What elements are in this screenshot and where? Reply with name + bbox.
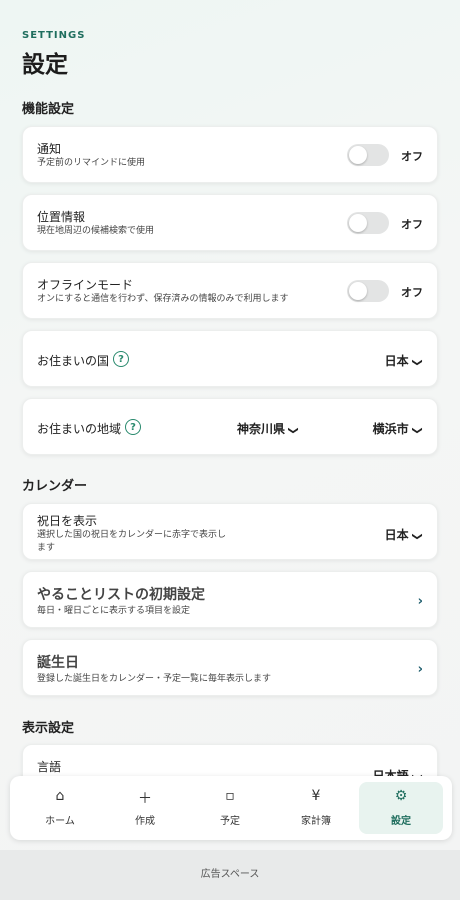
holiday-country-value: 日本 <box>384 528 409 542</box>
notify-title: 通知 <box>37 142 62 156</box>
holiday-subtitle-line1: 選択した国の祝日をカレンダーに赤字で表示し <box>37 530 227 540</box>
notify-toggle-label: オフ <box>401 150 423 163</box>
bottom-tab-bar: ⌂ ホーム ＋ 作成 ▫ 予定 ¥ 家計簿 ⚙ 設定 <box>10 776 452 840</box>
toggle-knob <box>349 146 367 164</box>
todo-defaults-row[interactable]: やることリストの初期設定 毎日・曜日ごとに表示する項目を設定 › <box>22 571 438 628</box>
tab-label: 家計簿 <box>301 816 331 827</box>
toggle-knob <box>349 214 367 232</box>
section-title-features: 機能設定 <box>22 102 75 117</box>
tab-label: 予定 <box>220 816 240 827</box>
region-title: お住まいの地域 <box>37 422 122 436</box>
square-icon: ▫ <box>225 788 235 804</box>
chevron-down-icon: ❯ <box>411 426 423 435</box>
city-value: 横浜市 <box>372 422 409 436</box>
holiday-country-select[interactable]: 日本 ❯ <box>384 526 423 543</box>
tab-budget[interactable]: ¥ 家計簿 <box>274 782 358 834</box>
country-select[interactable]: 日本 ❯ <box>384 352 423 369</box>
offline-subtitle: オンにすると通信を行わず、保存済みの情報のみで利用します <box>37 294 289 304</box>
offline-toggle[interactable] <box>347 280 389 302</box>
country-value: 日本 <box>384 354 409 368</box>
tab-label: 設定 <box>391 816 411 827</box>
prefecture-select[interactable]: 神奈川県 ❯ <box>237 420 299 437</box>
prefecture-value: 神奈川県 <box>237 422 286 436</box>
location-row: 位置情報 現在地周辺の候補検索で使用 オフ <box>22 194 438 251</box>
page-eyebrow: SETTINGS <box>22 30 86 41</box>
todo-defaults-title: やることリストの初期設定 <box>37 587 205 603</box>
ad-space: 広告スペース <box>0 850 460 900</box>
birthday-title: 誕生日 <box>37 655 79 671</box>
location-subtitle: 現在地周辺の候補検索で使用 <box>37 226 155 236</box>
holiday-title: 祝日を表示 <box>37 514 98 528</box>
chevron-right-icon: › <box>417 594 423 609</box>
language-title: 言語 <box>37 760 62 774</box>
tab-label: 作成 <box>135 816 155 827</box>
notify-subtitle: 予定前のリマインドに使用 <box>37 158 146 168</box>
help-icon[interactable]: ? <box>113 351 129 367</box>
help-icon[interactable]: ? <box>125 419 141 435</box>
section-title-calendar: カレンダー <box>22 479 88 494</box>
chevron-down-icon: ❯ <box>411 358 423 367</box>
home-icon: ⌂ <box>55 788 65 804</box>
tab-settings[interactable]: ⚙ 設定 <box>359 782 443 834</box>
section-title-display: 表示設定 <box>22 721 75 736</box>
city-select[interactable]: 横浜市 ❯ <box>372 420 423 437</box>
location-title: 位置情報 <box>37 210 86 224</box>
page-title: 設定 <box>22 52 68 78</box>
offline-toggle-label: オフ <box>401 286 423 299</box>
tab-home[interactable]: ⌂ ホーム <box>18 782 102 834</box>
tab-label: ホーム <box>45 816 75 827</box>
offline-title: オフラインモード <box>37 278 134 292</box>
todo-defaults-subtitle: 毎日・曜日ごとに表示する項目を設定 <box>37 606 191 616</box>
location-toggle[interactable] <box>347 212 389 234</box>
holiday-subtitle-line2: ます <box>37 543 56 553</box>
offline-row: オフラインモード オンにすると通信を行わず、保存済みの情報のみで利用します オフ <box>22 262 438 319</box>
tab-create[interactable]: ＋ 作成 <box>103 782 187 834</box>
chevron-down-icon: ❯ <box>411 532 423 541</box>
notify-row: 通知 予定前のリマインドに使用 オフ <box>22 126 438 183</box>
chevron-right-icon: › <box>417 662 423 677</box>
location-toggle-label: オフ <box>401 218 423 231</box>
birthday-subtitle: 登録した誕生日をカレンダー・予定一覧に毎年表示します <box>37 674 272 684</box>
page-header: SETTINGS 設定 <box>22 30 85 79</box>
holiday-row: 祝日を表示 選択した国の祝日をカレンダーに赤字で表示し ます 日本 ❯ <box>22 503 438 560</box>
yen-icon: ¥ <box>311 788 321 804</box>
birthday-row[interactable]: 誕生日 登録した誕生日をカレンダー・予定一覧に毎年表示します › <box>22 639 438 696</box>
gear-icon: ⚙ <box>394 788 408 804</box>
toggle-knob <box>349 282 367 300</box>
notify-toggle[interactable] <box>347 144 389 166</box>
region-row: お住まいの地域 ? 神奈川県 ❯ 横浜市 ❯ <box>22 398 438 455</box>
country-title: お住まいの国 <box>37 354 110 368</box>
country-row: お住まいの国 ? 日本 ❯ <box>22 330 438 387</box>
plus-icon: ＋ <box>138 791 152 807</box>
tab-schedule[interactable]: ▫ 予定 <box>188 782 272 834</box>
chevron-down-icon: ❯ <box>287 426 299 435</box>
